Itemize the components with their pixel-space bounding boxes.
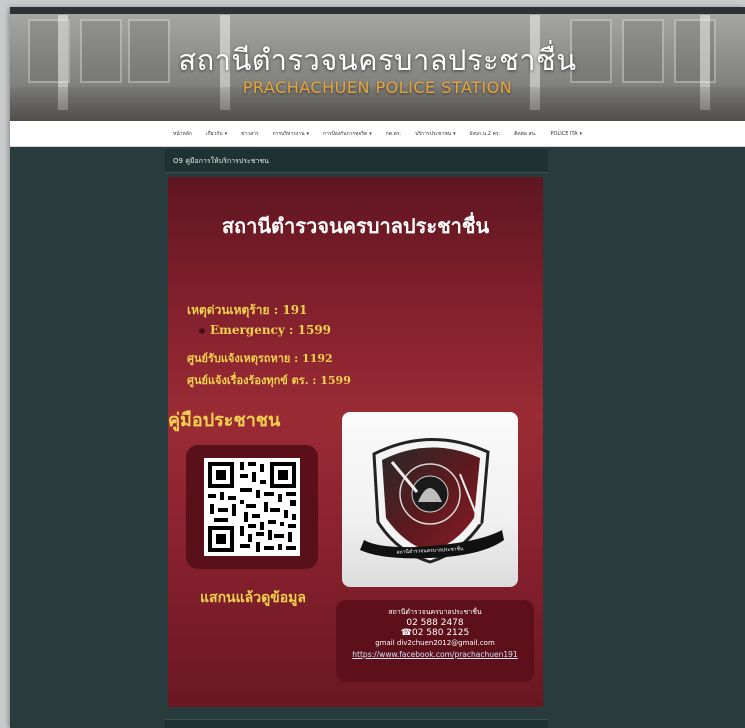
- nav-item-contact[interactable]: ติดต่อ สน.: [514, 130, 536, 138]
- qr-frame: [186, 445, 318, 569]
- contact-phone-2[interactable]: ☎02 580 2125: [336, 628, 534, 638]
- nav-item-anti-corruption[interactable]: การป้องกันการทุจริต ▾: [323, 130, 372, 138]
- contact-email[interactable]: gmail div2chuen2012@gmail.com: [336, 638, 534, 649]
- hotline-stolen-car: ศูนย์รับแจ้งเหตุรถหาย : 1192: [187, 352, 333, 365]
- scan-instruction: แสกนแล้วดูข้อมูล: [200, 590, 306, 606]
- site-title: สถานีตำรวจนครบาลประชาชื่น: [178, 43, 577, 77]
- nav-item-about[interactable]: เกี่ยวกับ ▾: [206, 130, 227, 138]
- poster-title: สถานีตำรวจนครบาลประชาชื่น: [221, 214, 490, 238]
- chevron-down-icon: ▾: [306, 130, 310, 137]
- contact-phone-1[interactable]: 02 588 2478: [336, 618, 534, 628]
- bullet-icon: [199, 328, 205, 334]
- nav-item-home[interactable]: หน้าหลัก: [173, 130, 192, 138]
- hotline-complaints: ศูนย์แจ้งเรื่องร้องทุกข์ ตร. : 1599: [187, 374, 351, 387]
- contact-card: สถานีตำรวจนครบาลประชาชื่น 02 588 2478 ☎0…: [336, 600, 534, 682]
- header-top-bar: [10, 7, 745, 14]
- site-header: สถานีตำรวจนครบาลประชาชื่น PRACHACHUEN PO…: [10, 7, 745, 121]
- main-nav: หน้าหลัก เกี่ยวกับ ▾ ข่าวสาร การบริหารงาน…: [10, 121, 745, 147]
- nav-item-public-services[interactable]: บริการประชาชน ▾: [415, 130, 455, 138]
- hotline-emergency-en: Emergency : 1599: [199, 323, 331, 337]
- nav-item-administration[interactable]: การบริหารงาน ▾: [273, 130, 309, 138]
- chevron-down-icon: ▾: [224, 130, 228, 137]
- hotline-emergency: เหตุด่วนเหตุร้าย : 191: [187, 303, 308, 317]
- nav-item-police-ita[interactable]: POLICE ITA ▾: [551, 131, 583, 137]
- nav-item-org-chart[interactable]: ผังบก.น.2 ตร.: [470, 130, 500, 138]
- chevron-down-icon: ▾: [453, 130, 456, 137]
- citizen-manual-title: คู่มือประชาชน: [168, 410, 281, 431]
- police-emblem-box: สถานีตำรวจนครบาลประชาชื่น: [342, 412, 518, 587]
- info-poster: สถานีตำรวจนครบาลประชาชื่น เหตุด่วนเหตุร้…: [168, 177, 543, 707]
- chevron-down-icon: ▾: [579, 130, 583, 137]
- police-shield-icon: [360, 438, 504, 564]
- qr-code-icon[interactable]: [204, 458, 300, 556]
- post-title-bar: O9 คู่มือการให้บริการประชาชน: [165, 149, 548, 173]
- site-subtitle: PRACHACHUEN POLICE STATION: [242, 78, 513, 97]
- nav-item-committee[interactable]: กต.ตร.: [386, 130, 401, 138]
- facebook-link[interactable]: https://www.facebook.com/prachachuen191: [336, 649, 534, 660]
- browser-frame: สถานีตำรวจนครบาลประชาชื่น PRACHACHUEN PO…: [10, 7, 745, 728]
- nav-item-news[interactable]: ข่าวสาร: [241, 130, 259, 138]
- contact-station-name: สถานีตำรวจนครบาลประชาชื่น: [388, 608, 482, 616]
- chevron-down-icon: ▾: [369, 130, 372, 137]
- next-section-strip: [165, 719, 548, 728]
